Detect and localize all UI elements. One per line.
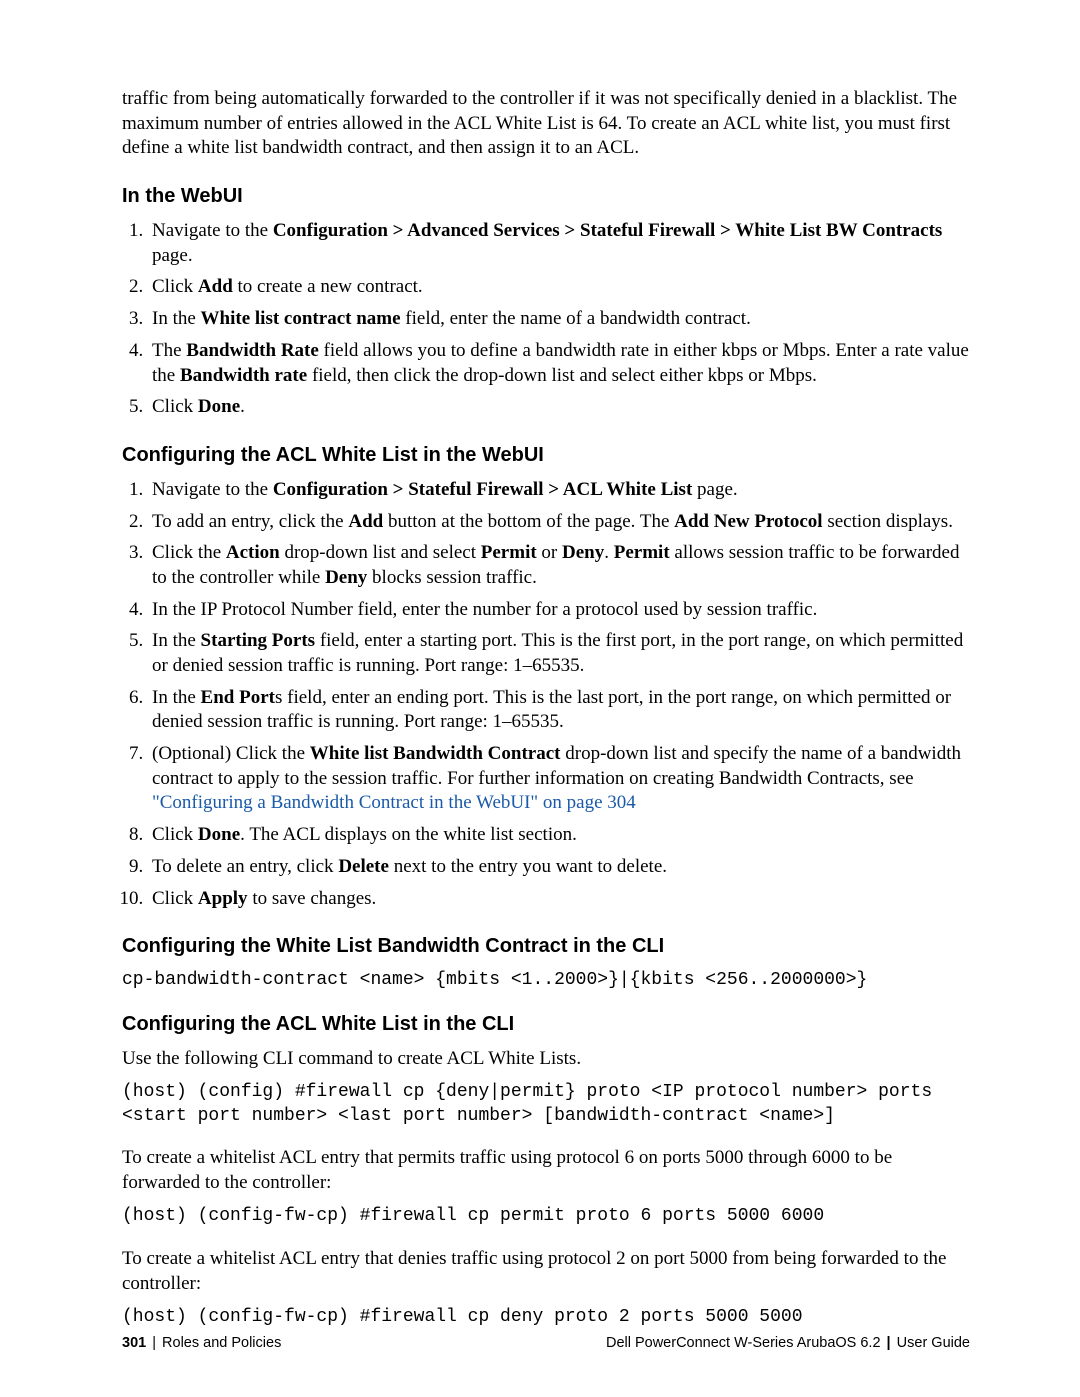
list-item: In the IP Protocol Number field, enter t… [148, 598, 970, 623]
list-item: Click Add to create a new contract. [148, 275, 970, 300]
doc-type: User Guide [897, 1335, 970, 1351]
list-item: In the End Ports field, enter an ending … [148, 686, 970, 735]
section-heading-acl-cli: Configuring the ACL White List in the CL… [122, 1011, 970, 1037]
cli-code-block: (host) (config) #firewall cp {deny|permi… [122, 1081, 970, 1128]
section-heading-acl-webui: Configuring the ACL White List in the We… [122, 442, 970, 468]
cli-code-block: (host) (config-fw-cp) #firewall cp deny … [122, 1306, 970, 1329]
cli-code-block: (host) (config-fw-cp) #firewall cp permi… [122, 1205, 970, 1228]
page-footer: 301 | Roles and Policies Dell PowerConne… [122, 1334, 970, 1353]
list-item: (Optional) Click the White list Bandwidt… [148, 742, 970, 816]
list-item: To add an entry, click the Add button at… [148, 510, 970, 535]
footer-left: 301 | Roles and Policies [122, 1334, 281, 1353]
intro-paragraph: traffic from being automatically forward… [122, 87, 970, 161]
list-item: The Bandwidth Rate field allows you to d… [148, 339, 970, 388]
section-heading-bw-cli: Configuring the White List Bandwidth Con… [122, 933, 970, 959]
acl-webui-steps: Navigate to the Configuration > Stateful… [122, 478, 970, 911]
list-item: Click Apply to save changes. [148, 887, 970, 912]
chapter-title: Roles and Policies [162, 1335, 281, 1351]
page-number: 301 [122, 1335, 146, 1351]
list-item: Click Done. The ACL displays on the whit… [148, 823, 970, 848]
list-item: Click Done. [148, 395, 970, 420]
list-item: Click the Action drop-down list and sele… [148, 541, 970, 590]
body-paragraph: To create a whitelist ACL entry that den… [122, 1247, 970, 1296]
list-item: Navigate to the Configuration > Advanced… [148, 219, 970, 268]
product-name: Dell PowerConnect W-Series ArubaOS 6.2 [606, 1335, 881, 1351]
cross-reference-link[interactable]: "Configuring a Bandwidth Contract in the… [152, 792, 636, 813]
body-paragraph: Use the following CLI command to create … [122, 1047, 970, 1072]
list-item: In the White list contract name field, e… [148, 307, 970, 332]
list-item: In the Starting Ports field, enter a sta… [148, 629, 970, 678]
footer-right: Dell PowerConnect W-Series ArubaOS 6.2 |… [606, 1334, 970, 1353]
body-paragraph: To create a whitelist ACL entry that per… [122, 1146, 970, 1195]
cli-code-block: cp-bandwidth-contract <name> {mbits <1..… [122, 969, 970, 992]
list-item: Navigate to the Configuration > Stateful… [148, 478, 970, 503]
document-page: traffic from being automatically forward… [0, 0, 1080, 1397]
section-heading-webui: In the WebUI [122, 183, 970, 209]
list-item: To delete an entry, click Delete next to… [148, 855, 970, 880]
webui-steps: Navigate to the Configuration > Advanced… [122, 219, 970, 420]
